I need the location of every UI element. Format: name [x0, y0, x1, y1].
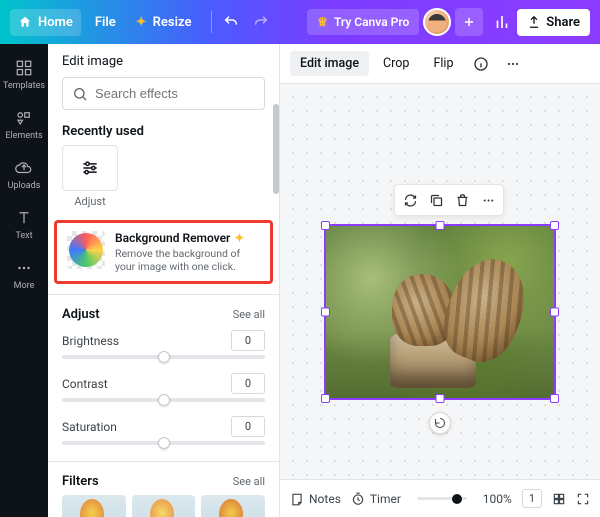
insights-button[interactable]	[487, 7, 517, 37]
home-label: Home	[38, 15, 73, 30]
floating-toolbar	[394, 184, 504, 216]
more-icon	[505, 56, 521, 72]
side-rail: Templates Elements Uploads Text More	[0, 44, 48, 517]
resize-handle[interactable]	[550, 394, 559, 403]
add-member-button[interactable]	[455, 8, 483, 36]
undo-button[interactable]	[216, 7, 246, 37]
float-delete[interactable]	[449, 187, 475, 213]
filter-thumb[interactable]	[201, 495, 265, 517]
rail-more[interactable]: More	[0, 250, 48, 300]
resize-handle[interactable]	[550, 221, 559, 230]
adjust-icon	[80, 158, 100, 178]
filters-see-all[interactable]: See all	[233, 475, 265, 488]
bottom-bar: Notes Timer 100% 1	[280, 479, 600, 517]
grid-view-button[interactable]	[552, 492, 566, 506]
float-more[interactable]	[475, 187, 501, 213]
avatar[interactable]	[423, 8, 451, 36]
recent-adjust[interactable]: Adjust	[62, 145, 118, 208]
home-button[interactable]: Home	[10, 9, 81, 36]
chart-icon	[493, 13, 511, 31]
bg-remover-desc: Remove the background of your image with…	[115, 247, 260, 273]
canvas-body[interactable]	[280, 84, 600, 479]
resize-handle[interactable]	[550, 308, 559, 317]
kitten-image	[326, 226, 554, 398]
present-button[interactable]	[576, 492, 590, 506]
templates-icon	[15, 59, 33, 77]
crown-icon: ✦	[136, 15, 147, 30]
recent-title: Recently used	[62, 124, 144, 139]
sync-icon	[403, 193, 418, 208]
crown-icon: ♕	[317, 15, 328, 29]
uploads-icon	[15, 159, 33, 177]
home-icon	[18, 15, 32, 29]
upload-icon	[527, 15, 541, 29]
expand-icon	[576, 492, 590, 506]
info-icon	[473, 56, 489, 72]
resize-handle[interactable]	[436, 394, 445, 403]
timer-button[interactable]: Timer	[351, 492, 401, 506]
rail-templates[interactable]: Templates	[0, 50, 48, 100]
plus-icon	[462, 15, 476, 29]
zoom-slider[interactable]	[417, 497, 467, 500]
panel-title: Edit image	[48, 44, 279, 77]
more-icon	[481, 193, 496, 208]
resize-handle[interactable]	[321, 221, 330, 230]
toolbar-more[interactable]	[499, 50, 527, 78]
resize-handle[interactable]	[436, 221, 445, 230]
trash-icon	[455, 193, 470, 208]
resize-handle[interactable]	[321, 394, 330, 403]
filters-title: Filters	[62, 474, 99, 489]
brightness-slider[interactable]: Brightness0	[48, 328, 279, 371]
zoom-value: 100%	[483, 492, 512, 506]
toolbar-crop[interactable]: Crop	[373, 51, 419, 76]
redo-icon	[253, 14, 269, 30]
rail-elements[interactable]: Elements	[0, 100, 48, 150]
duplicate-icon	[429, 193, 444, 208]
selected-image[interactable]	[324, 224, 556, 400]
bg-remover-thumb	[67, 231, 105, 269]
rotate-icon	[434, 417, 446, 429]
canvas-area: Edit image Crop Flip	[280, 44, 600, 517]
elements-icon	[15, 109, 33, 127]
crown-icon: ✦	[234, 231, 244, 245]
search-input[interactable]	[62, 77, 265, 110]
try-pro-button[interactable]: ♕ Try Canva Pro	[307, 9, 419, 35]
redo-button[interactable]	[246, 7, 276, 37]
adjust-see-all[interactable]: See all	[233, 308, 265, 321]
background-remover-card[interactable]: Background Remover ✦ Remove the backgrou…	[54, 220, 273, 284]
more-icon	[15, 259, 33, 277]
toolbar-edit-image[interactable]: Edit image	[290, 51, 369, 76]
float-sync[interactable]	[397, 187, 423, 213]
rail-uploads[interactable]: Uploads	[0, 150, 48, 200]
filter-thumb[interactable]	[62, 495, 126, 517]
rotate-handle[interactable]	[429, 412, 451, 434]
resize-handle[interactable]	[321, 308, 330, 317]
canvas-toolbar: Edit image Crop Flip	[280, 44, 600, 84]
undo-icon	[223, 14, 239, 30]
notes-button[interactable]: Notes	[290, 492, 341, 506]
timer-icon	[351, 492, 365, 506]
adjust-title: Adjust	[62, 307, 100, 322]
resize-button[interactable]: ✦ Resize	[128, 9, 200, 36]
saturation-slider[interactable]: Saturation0	[48, 414, 279, 457]
divider	[211, 11, 212, 33]
share-button[interactable]: Share	[517, 9, 590, 36]
top-bar: Home File ✦ Resize ♕ Try Canva Pro Share	[0, 0, 600, 44]
text-icon	[15, 209, 33, 227]
toolbar-flip[interactable]: Flip	[423, 51, 463, 76]
contrast-slider[interactable]: Contrast0	[48, 371, 279, 414]
bg-remover-title: Background Remover	[115, 231, 230, 245]
page-count[interactable]: 1	[522, 489, 542, 508]
search-icon	[72, 86, 88, 102]
rail-text[interactable]: Text	[0, 200, 48, 250]
edit-panel: Edit image Recently used Adjust Backgrou…	[48, 44, 280, 517]
panel-scrollbar[interactable]	[273, 104, 279, 194]
file-button[interactable]: File	[87, 9, 124, 36]
notes-icon	[290, 492, 304, 506]
float-duplicate[interactable]	[423, 187, 449, 213]
filter-thumb[interactable]	[132, 495, 196, 517]
toolbar-info[interactable]	[467, 50, 495, 78]
grid-icon	[552, 492, 566, 506]
